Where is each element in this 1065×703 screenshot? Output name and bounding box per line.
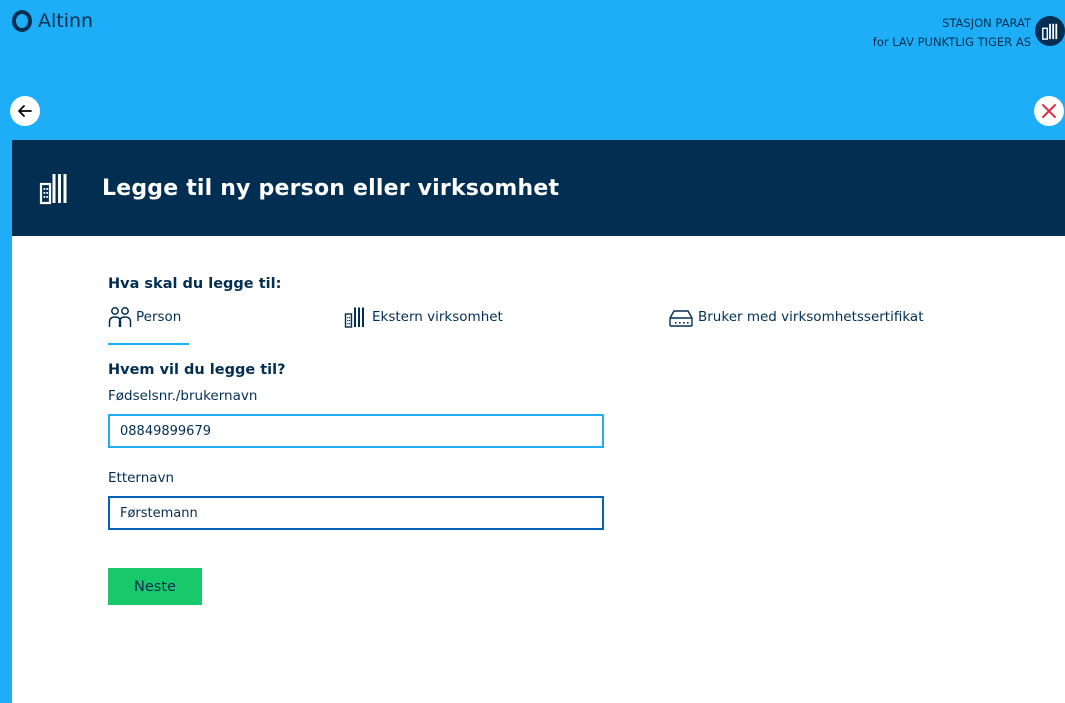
tab-certificate-user-label: Bruker med virksomhetssertifikat	[698, 309, 924, 325]
certificate-icon	[669, 310, 693, 327]
lastname-input[interactable]	[108, 496, 604, 530]
ssn-input[interactable]	[108, 414, 604, 448]
add-type-tabs: Person Ekstern virksomhet Bruker med vir…	[108, 302, 1008, 348]
arrow-left-icon	[18, 105, 32, 117]
person-icon	[108, 307, 132, 327]
modal-header: Legge til ny person eller virksomhet	[12, 140, 1065, 236]
close-button[interactable]	[1034, 96, 1064, 126]
account-org-name: for LAV PUNKTLIG TIGER AS	[872, 35, 1031, 49]
building-icon	[1042, 23, 1058, 40]
close-icon	[1042, 104, 1056, 118]
account-avatar[interactable]	[1035, 16, 1065, 46]
account-user-name: STASJON PARAT	[942, 16, 1031, 30]
brand-name: Altinn	[38, 10, 94, 32]
tab-external-company-label: Ekstern virksomhet	[372, 309, 503, 325]
tab-certificate-user[interactable]: Bruker med virksomhetssertifikat	[668, 302, 924, 332]
lastname-label: Etternavn	[108, 470, 175, 486]
who-to-add-label: Hvem vil du legge til?	[108, 362, 286, 378]
tab-person-label: Person	[136, 309, 182, 325]
building-icon	[39, 174, 67, 205]
modal-title: Legge til ny person eller virksomhet	[102, 175, 560, 201]
building-icon	[344, 307, 364, 328]
what-to-add-label: Hva skal du legge til:	[108, 276, 282, 292]
altinn-logo-icon	[12, 10, 32, 32]
next-button[interactable]: Neste	[108, 568, 202, 605]
modal-content: Hva skal du legge til: Person Ekstern vi…	[108, 276, 1008, 605]
top-bar: Altinn STASJON PARAT for LAV PUNKTLIG TI…	[0, 0, 1065, 140]
account-info[interactable]: STASJON PARAT for LAV PUNKTLIG TIGER AS	[873, 14, 1031, 52]
altinn-logo[interactable]: Altinn	[12, 10, 93, 32]
tab-external-company[interactable]: Ekstern virksomhet	[344, 302, 503, 332]
selected-tab-indicator	[108, 343, 189, 345]
tab-person[interactable]: Person	[108, 302, 181, 332]
back-button[interactable]	[10, 96, 40, 126]
ssn-label: Fødselsnr./brukernavn	[108, 388, 258, 404]
add-person-modal: Legge til ny person eller virksomhet Hva…	[12, 140, 1065, 703]
